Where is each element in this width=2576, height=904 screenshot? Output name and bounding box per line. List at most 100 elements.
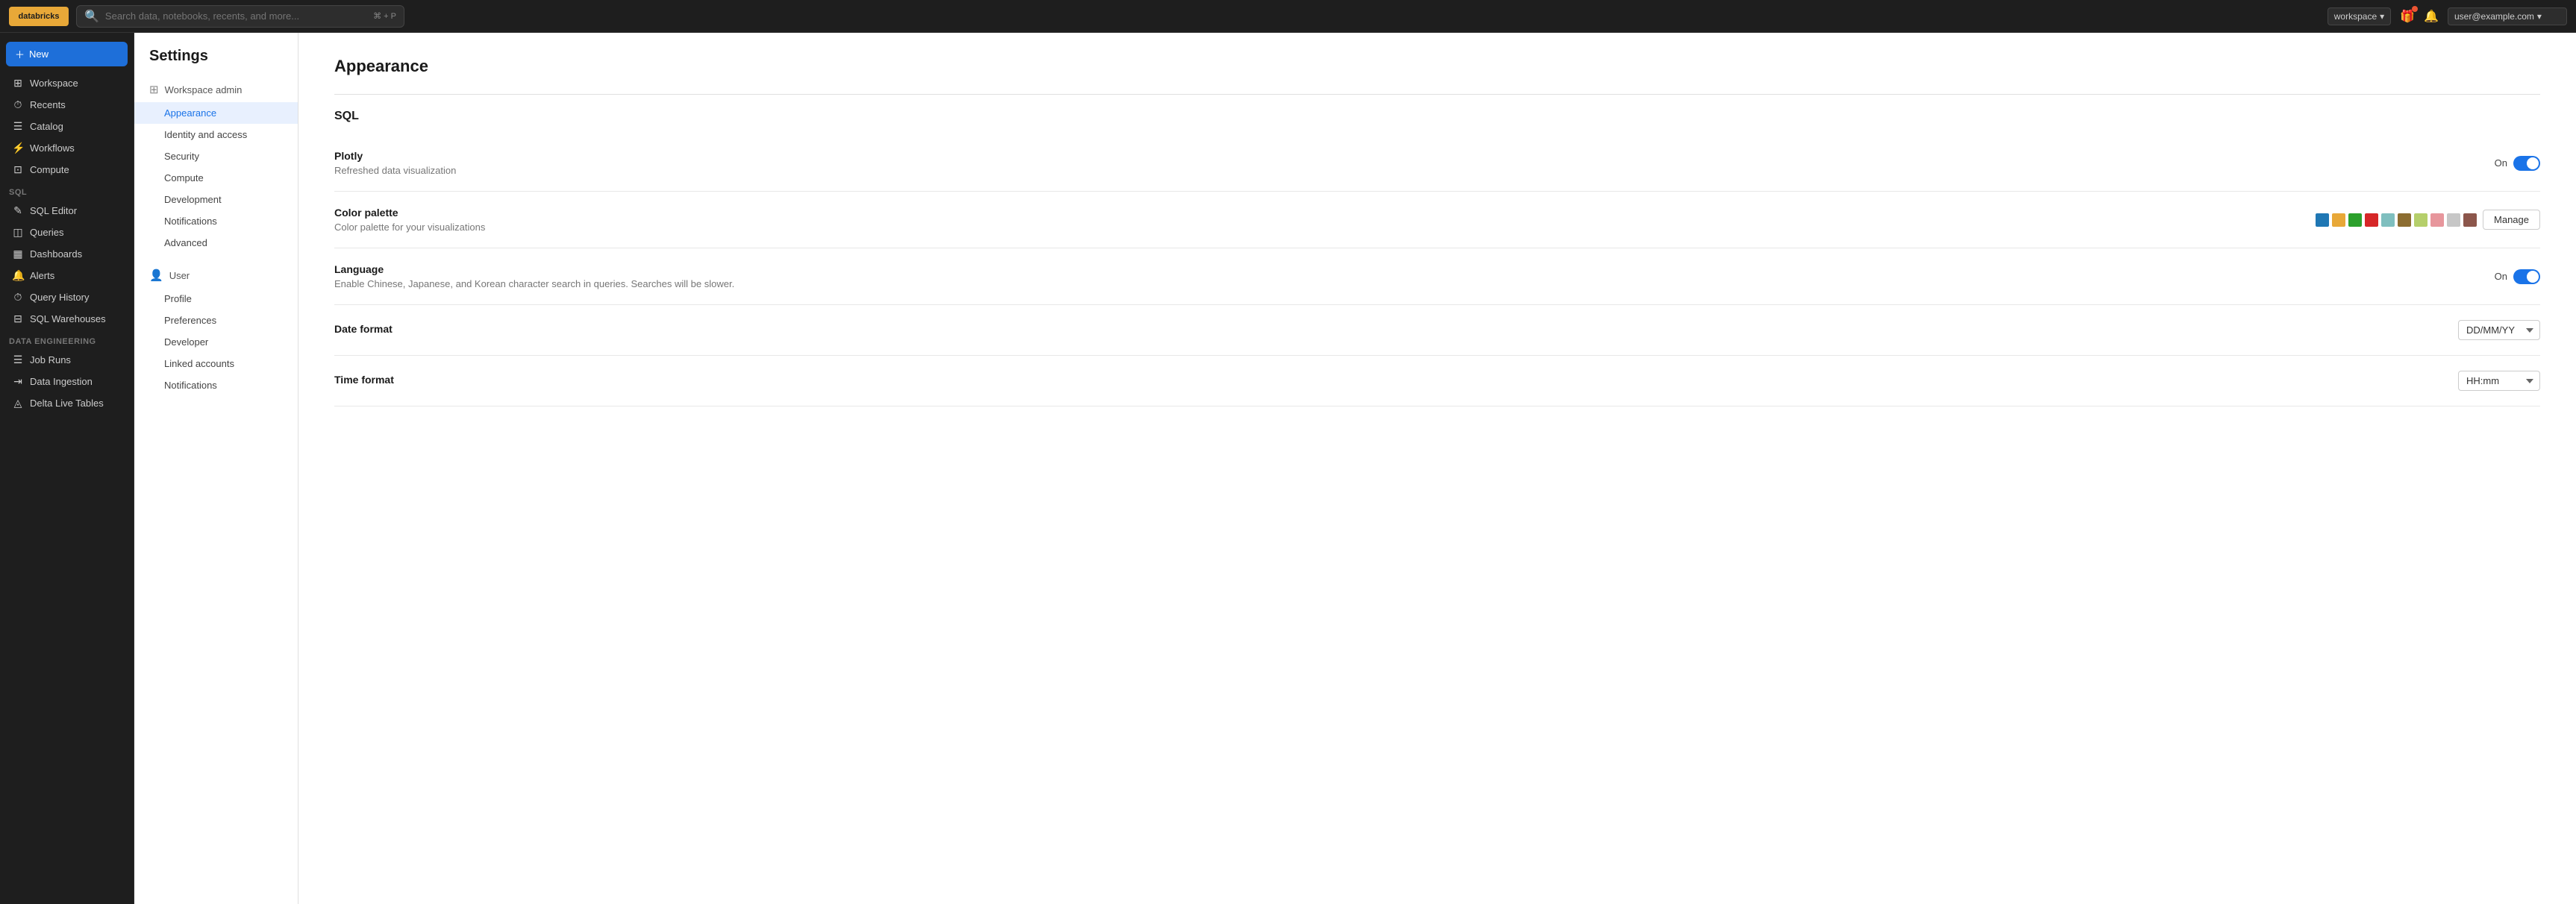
user-dropdown[interactable]: user@example.com ▾ <box>2448 7 2567 25</box>
queries-icon: ◫ <box>12 226 24 239</box>
time-format-info: Time format <box>334 374 2458 389</box>
language-toggle[interactable] <box>2513 269 2540 284</box>
settings-nav-compute[interactable]: Compute <box>134 167 298 189</box>
main-content: Appearance SQL Plotly Refreshed data vis… <box>298 33 2576 904</box>
swatch-3 <box>2348 213 2362 227</box>
gift-badge <box>2412 6 2418 12</box>
sidebar-item-workflows[interactable]: ⚡ Workflows <box>3 137 131 159</box>
user-section-icon: 👤 <box>149 269 163 282</box>
data-ingestion-icon: ⇥ <box>12 375 24 388</box>
page-title: Appearance <box>334 57 2540 76</box>
color-palette-control: Manage <box>2316 210 2540 230</box>
settings-nav-profile[interactable]: Profile <box>134 288 298 310</box>
swatch-2 <box>2332 213 2345 227</box>
manage-button[interactable]: Manage <box>2483 210 2540 230</box>
search-input[interactable] <box>105 10 367 22</box>
plotly-label: Plotly <box>334 150 2495 162</box>
sidebar-item-dashboards[interactable]: ▦ Dashboards <box>3 243 131 265</box>
sidebar-item-sql-editor[interactable]: ✎ SQL Editor <box>3 200 131 222</box>
sidebar-item-recents[interactable]: ⏱ Recents <box>3 94 131 116</box>
swatch-1 <box>2316 213 2329 227</box>
language-control: On <box>2495 269 2540 284</box>
gift-icon[interactable]: 🎁 <box>2400 9 2415 24</box>
settings-nav-linked-accounts[interactable]: Linked accounts <box>134 353 298 374</box>
sidebar-item-catalog[interactable]: ☰ Catalog <box>3 116 131 137</box>
time-format-label: Time format <box>334 374 2458 386</box>
sidebar-item-alerts[interactable]: 🔔 Alerts <box>3 265 131 286</box>
catalog-icon: ☰ <box>12 120 24 133</box>
language-info: Language Enable Chinese, Japanese, and K… <box>334 263 2495 289</box>
sidebar-item-job-runs[interactable]: ☰ Job Runs <box>3 349 131 371</box>
settings-nav-security[interactable]: Security <box>134 145 298 167</box>
search-bar[interactable]: 🔍 ⌘ + P <box>76 5 404 28</box>
main-layout: ＋ New ⊞ Workspace ⏱ Recents ☰ Catalog ⚡ … <box>0 33 2576 904</box>
sql-section-label: SQL <box>0 181 134 200</box>
color-palette-description: Color palette for your visualizations <box>334 222 2316 233</box>
compute-icon: ⊡ <box>12 163 24 176</box>
color-palette-label: Color palette <box>334 207 2316 219</box>
swatch-9 <box>2447 213 2460 227</box>
settings-nav-user-notifications[interactable]: Notifications <box>134 374 298 396</box>
sql-warehouses-icon: ⊟ <box>12 313 24 325</box>
date-format-control: DD/MM/YY MM/DD/YY YY/MM/DD <box>2458 320 2540 340</box>
title-divider <box>334 94 2540 95</box>
sidebar-item-compute[interactable]: ⊡ Compute <box>3 159 131 181</box>
date-format-info: Date format <box>334 323 2458 338</box>
swatch-4 <box>2365 213 2378 227</box>
time-format-control: HH:mm hh:mm a <box>2458 371 2540 391</box>
sidebar-item-data-ingestion[interactable]: ⇥ Data Ingestion <box>3 371 131 392</box>
time-format-select[interactable]: HH:mm hh:mm a <box>2458 371 2540 391</box>
query-history-icon: ⏱ <box>12 291 24 304</box>
search-icon: 🔍 <box>84 9 99 24</box>
workspace-admin-section: ⊞ Workspace admin <box>134 77 298 102</box>
sql-section-heading: SQL <box>334 110 2540 123</box>
job-runs-icon: ☰ <box>12 354 24 366</box>
search-shortcut: ⌘ + P <box>373 11 396 21</box>
language-description: Enable Chinese, Japanese, and Korean cha… <box>334 278 2495 289</box>
bell-icon[interactable]: 🔔 <box>2424 9 2439 24</box>
workspace-admin-icon: ⊞ <box>149 83 159 96</box>
plotly-setting-row: Plotly Refreshed data visualization On <box>334 135 2540 192</box>
language-toggle-label: On <box>2495 271 2507 282</box>
plotly-description: Refreshed data visualization <box>334 165 2495 176</box>
settings-nav-advanced[interactable]: Advanced <box>134 232 298 254</box>
plus-icon: ＋ <box>15 47 25 61</box>
chevron-down-icon: ▾ <box>2380 11 2384 22</box>
date-format-label: Date format <box>334 323 2458 335</box>
topbar-right: workspace ▾ 🎁 🔔 user@example.com ▾ <box>2328 7 2567 25</box>
engineering-section-label: Data Engineering <box>0 330 134 349</box>
plotly-control: On <box>2495 156 2540 171</box>
workspace-dropdown[interactable]: workspace ▾ <box>2328 7 2391 25</box>
sidebar: ＋ New ⊞ Workspace ⏱ Recents ☰ Catalog ⚡ … <box>0 33 134 904</box>
plotly-toggle[interactable] <box>2513 156 2540 171</box>
swatch-8 <box>2430 213 2444 227</box>
workflows-icon: ⚡ <box>12 142 24 154</box>
plotly-info: Plotly Refreshed data visualization <box>334 150 2495 176</box>
recents-icon: ⏱ <box>12 98 24 111</box>
settings-nav-appearance[interactable]: Appearance <box>134 102 298 124</box>
new-button[interactable]: ＋ New <box>6 42 128 66</box>
plotly-toggle-label: On <box>2495 157 2507 169</box>
sql-editor-icon: ✎ <box>12 204 24 217</box>
sidebar-item-delta-live-tables[interactable]: ◬ Delta Live Tables <box>3 392 131 414</box>
settings-nav-preferences[interactable]: Preferences <box>134 310 298 331</box>
settings-nav-developer[interactable]: Developer <box>134 331 298 353</box>
logo: databricks <box>9 7 69 26</box>
settings-nav-development[interactable]: Development <box>134 189 298 210</box>
date-format-setting-row: Date format DD/MM/YY MM/DD/YY YY/MM/DD <box>334 305 2540 356</box>
date-format-select[interactable]: DD/MM/YY MM/DD/YY YY/MM/DD <box>2458 320 2540 340</box>
color-palette-setting-row: Color palette Color palette for your vis… <box>334 192 2540 248</box>
sidebar-item-workspace[interactable]: ⊞ Workspace <box>3 72 131 94</box>
sidebar-item-sql-warehouses[interactable]: ⊟ SQL Warehouses <box>3 308 131 330</box>
chevron-down-icon: ▾ <box>2537 11 2542 22</box>
settings-nav-identity[interactable]: Identity and access <box>134 124 298 145</box>
swatch-5 <box>2381 213 2395 227</box>
sidebar-item-queries[interactable]: ◫ Queries <box>3 222 131 243</box>
swatch-10 <box>2463 213 2477 227</box>
settings-nav-notifications[interactable]: Notifications <box>134 210 298 232</box>
user-section: 👤 User <box>134 263 298 288</box>
sidebar-item-query-history[interactable]: ⏱ Query History <box>3 286 131 308</box>
alerts-icon: 🔔 <box>12 269 24 282</box>
dashboards-icon: ▦ <box>12 248 24 260</box>
delta-live-tables-icon: ◬ <box>12 397 24 409</box>
